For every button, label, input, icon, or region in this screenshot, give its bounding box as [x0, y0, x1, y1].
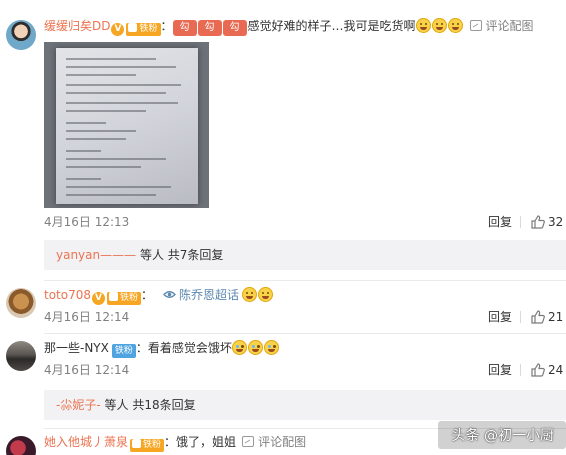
thumbs-up-icon [531, 310, 545, 324]
crown-icon [109, 292, 118, 301]
comment-text: 感觉好难的样子…我可是吃货啊 [247, 19, 416, 33]
super-topic-link[interactable]: 陈乔恩超话 [179, 288, 239, 302]
avatar[interactable] [6, 20, 36, 50]
super-topic-icon [163, 291, 176, 298]
laugh-cry-emoji-icon [415, 18, 431, 33]
crying-emoji-icon [247, 340, 263, 355]
image-icon [469, 20, 482, 31]
like-count: 21 [548, 310, 564, 324]
comment-date: 4月16日 12:14 [44, 310, 130, 324]
like-button[interactable]: 32 [531, 214, 563, 230]
crying-emoji-icon [231, 340, 247, 355]
crown-icon [128, 23, 138, 32]
smile-emoji-icon [258, 287, 274, 302]
like-count: 24 [548, 363, 564, 377]
like-button[interactable]: 21 [531, 309, 563, 325]
sub-reply-user[interactable]: yanyan——— [56, 248, 136, 262]
watermark: 头条 @初一小厨 [451, 428, 554, 444]
sub-reply-count[interactable]: 等人 共7条回复 [140, 248, 223, 262]
reply-button[interactable]: 回复 [488, 309, 512, 325]
crying-emoji-icon [263, 340, 279, 355]
crown-icon [132, 439, 142, 448]
username[interactable]: toto708 [44, 288, 91, 302]
like-count: 32 [548, 215, 564, 229]
paper-image [56, 48, 198, 204]
thumbs-up-icon [531, 363, 545, 377]
smile-emoji-icon [242, 287, 258, 302]
verified-icon: V [111, 23, 125, 36]
avatar[interactable] [6, 288, 36, 318]
sticker: 勾 [197, 20, 222, 36]
like-button[interactable]: 24 [531, 362, 563, 378]
reply-button[interactable]: 回复 [488, 362, 512, 378]
comment-text: 饿了，姐姐 [176, 435, 237, 449]
username[interactable]: 她入他城丿萧泉 [44, 435, 128, 449]
comment-text: 看着感觉会饿坏 [147, 341, 232, 355]
avatar[interactable] [6, 436, 36, 455]
sub-reply-user[interactable]: -尛妮子- [56, 398, 101, 412]
divider [44, 333, 566, 334]
divider [44, 280, 566, 281]
fan-badge: 铁粉 [111, 344, 136, 358]
fan-badge: 铁粉 [126, 23, 161, 36]
image-icon [242, 436, 255, 447]
laugh-cry-emoji-icon [447, 18, 463, 33]
sub-reply-count[interactable]: 等人 共18条回复 [105, 398, 196, 412]
fan-badge: 铁粉 [130, 439, 165, 452]
fan-badge: 铁粉 [107, 292, 142, 305]
sticker: 勾 [172, 20, 197, 36]
username[interactable]: 那一些-NYX [44, 341, 109, 355]
sticker: 勾 [222, 20, 247, 36]
sub-replies-link[interactable]: -尛妮子- 等人 共18条回复 [44, 390, 566, 420]
comment-colon: ： [135, 341, 148, 355]
comment-colon: ： [160, 19, 173, 33]
laugh-cry-emoji-icon [431, 18, 447, 33]
comment-date: 4月16日 12:13 [44, 215, 130, 229]
username[interactable]: 缓缓归矣DD [44, 19, 110, 33]
reply-button[interactable]: 回复 [488, 214, 512, 230]
comment-image-link[interactable]: 评论配图 [486, 19, 534, 33]
comment-colon: ： [141, 288, 154, 302]
comment-photo[interactable] [44, 42, 209, 208]
comment-image-link[interactable]: 评论配图 [258, 435, 306, 449]
comment-date: 4月16日 12:14 [44, 363, 130, 377]
verified-icon: V [92, 292, 105, 305]
avatar[interactable] [6, 341, 36, 371]
sub-replies-link[interactable]: yanyan——— 等人 共7条回复 [44, 240, 566, 270]
comment-colon: ： [164, 435, 177, 449]
thumbs-up-icon [531, 215, 545, 229]
